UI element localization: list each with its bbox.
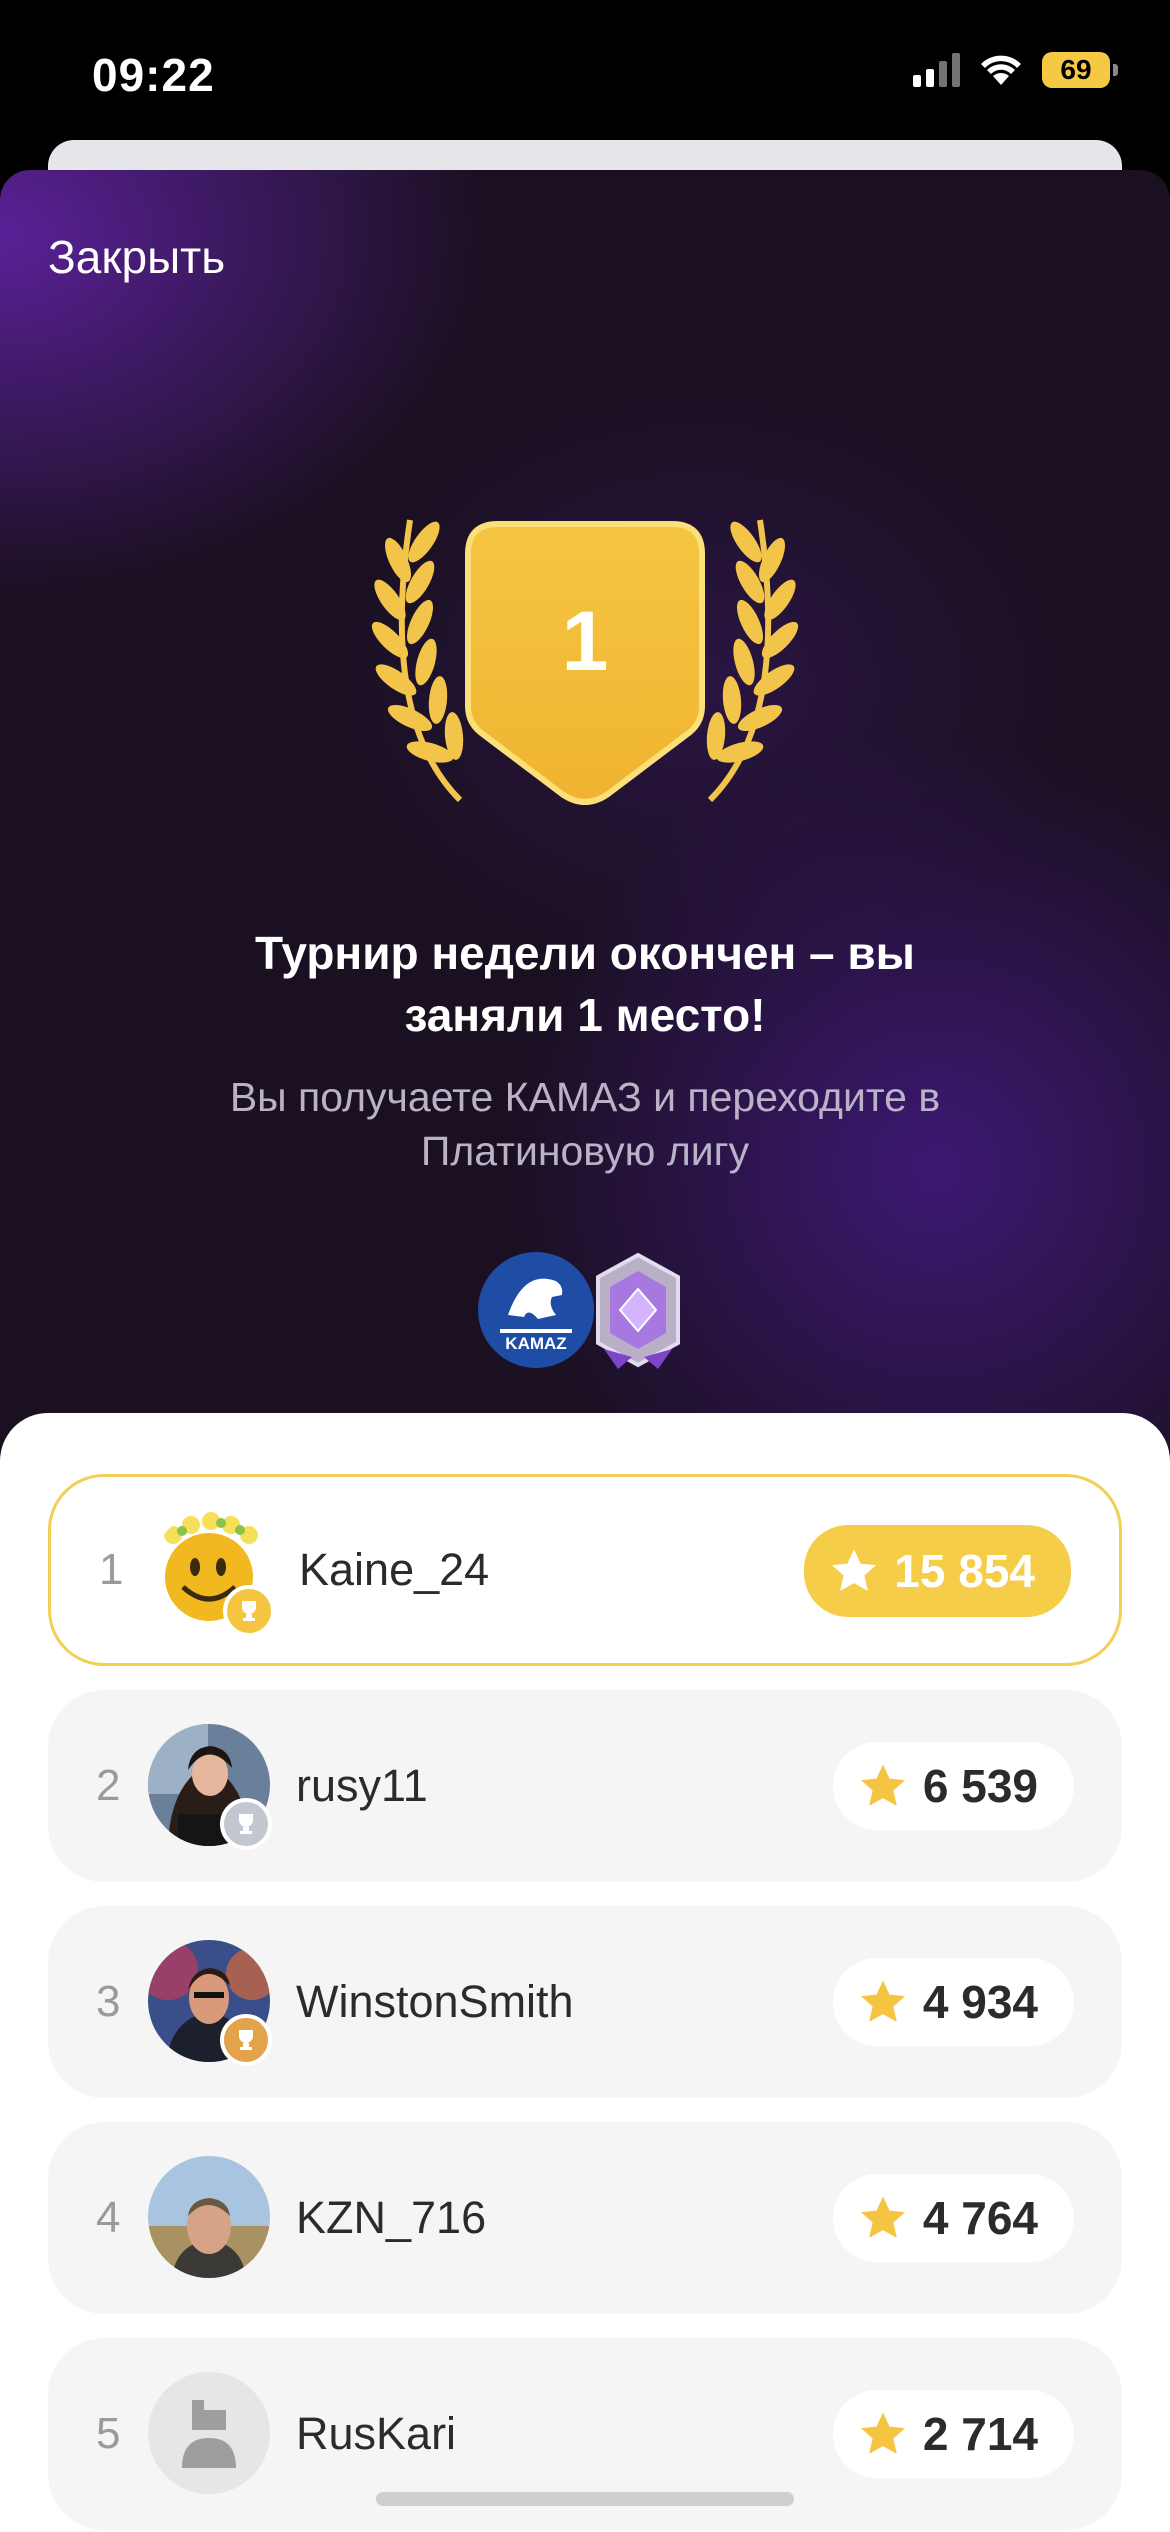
leaderboard-row-current-user[interactable]: 1 Kaine_24 15 854 — [48, 1474, 1122, 1666]
status-icons: 69 — [913, 52, 1118, 88]
rank-number: 3 — [96, 1977, 121, 2026]
kamaz-logo-icon: KAMAZ — [478, 1252, 594, 1368]
username: WinstonSmith — [296, 1976, 574, 2027]
score-value: 2 714 — [922, 2408, 1038, 2460]
score-value: 4 934 — [922, 1976, 1038, 2028]
bronze-trophy-icon — [220, 2014, 272, 2066]
battery-icon: 69 — [1042, 52, 1118, 88]
wifi-icon — [981, 55, 1021, 85]
rank-number: 4 — [96, 2193, 121, 2242]
rank-number: 1 — [99, 1545, 124, 1594]
default-avatar-icon — [148, 2372, 270, 2494]
leaderboard-row[interactable]: 3 WinstonSmith 4 934 — [48, 1906, 1122, 2098]
avatar — [148, 2156, 270, 2278]
result-title: Турнир недели окончен – вы заняли 1 мест… — [255, 927, 915, 1041]
home-indicator — [376, 2492, 794, 2506]
award-place-number: 1 — [562, 594, 609, 688]
leaderboard: 1 Kaine_24 15 854 2 rusy11 6 539 3 Winst… — [0, 1413, 1170, 2532]
score-badge: 2 714 — [832, 2390, 1074, 2478]
star-icon — [860, 2412, 905, 2454]
silver-trophy-icon — [220, 1798, 272, 1850]
star-icon — [860, 1980, 905, 2022]
reward-icons: KAMAZ — [478, 1252, 680, 1369]
status-time: 09:22 — [92, 49, 215, 101]
leaderboard-row[interactable]: 4 KZN_716 4 764 — [48, 2122, 1122, 2314]
score-value: 6 539 — [922, 1760, 1038, 1812]
star-icon — [860, 2196, 905, 2238]
username: KZN_716 — [296, 2192, 487, 2243]
result-subtitle: Вы получаете КАМАЗ и переходите в Платин… — [229, 1074, 941, 1174]
score-value: 4 764 — [922, 2192, 1038, 2244]
star-icon — [832, 1549, 877, 1591]
score-badge: 4 764 — [832, 2174, 1074, 2262]
kamaz-logo-text: KAMAZ — [505, 1334, 566, 1353]
score-badge: 6 539 — [832, 1742, 1074, 1830]
star-icon — [860, 1764, 905, 1806]
rank-number: 5 — [96, 2409, 121, 2458]
username: rusy11 — [296, 1760, 428, 1811]
username: Kaine_24 — [299, 1544, 490, 1595]
first-place-award-icon: 1 — [366, 517, 804, 805]
tournament-result-modal: Закрыть 1 Турнир недели окончен – вы зан… — [0, 170, 1170, 1450]
score-badge: 4 934 — [832, 1958, 1074, 2046]
score-badge: 15 854 — [804, 1525, 1071, 1617]
leaderboard-row[interactable]: 2 rusy11 6 539 — [48, 1690, 1122, 1882]
platinum-league-badge-icon — [596, 1252, 680, 1369]
gold-trophy-icon — [223, 1585, 275, 1637]
rank-number: 2 — [96, 1761, 121, 1810]
status-bar: 09:22 69 — [0, 0, 1170, 150]
close-button[interactable]: Закрыть — [48, 230, 225, 284]
cellular-signal-icon — [913, 53, 960, 87]
score-value: 15 854 — [894, 1545, 1035, 1597]
